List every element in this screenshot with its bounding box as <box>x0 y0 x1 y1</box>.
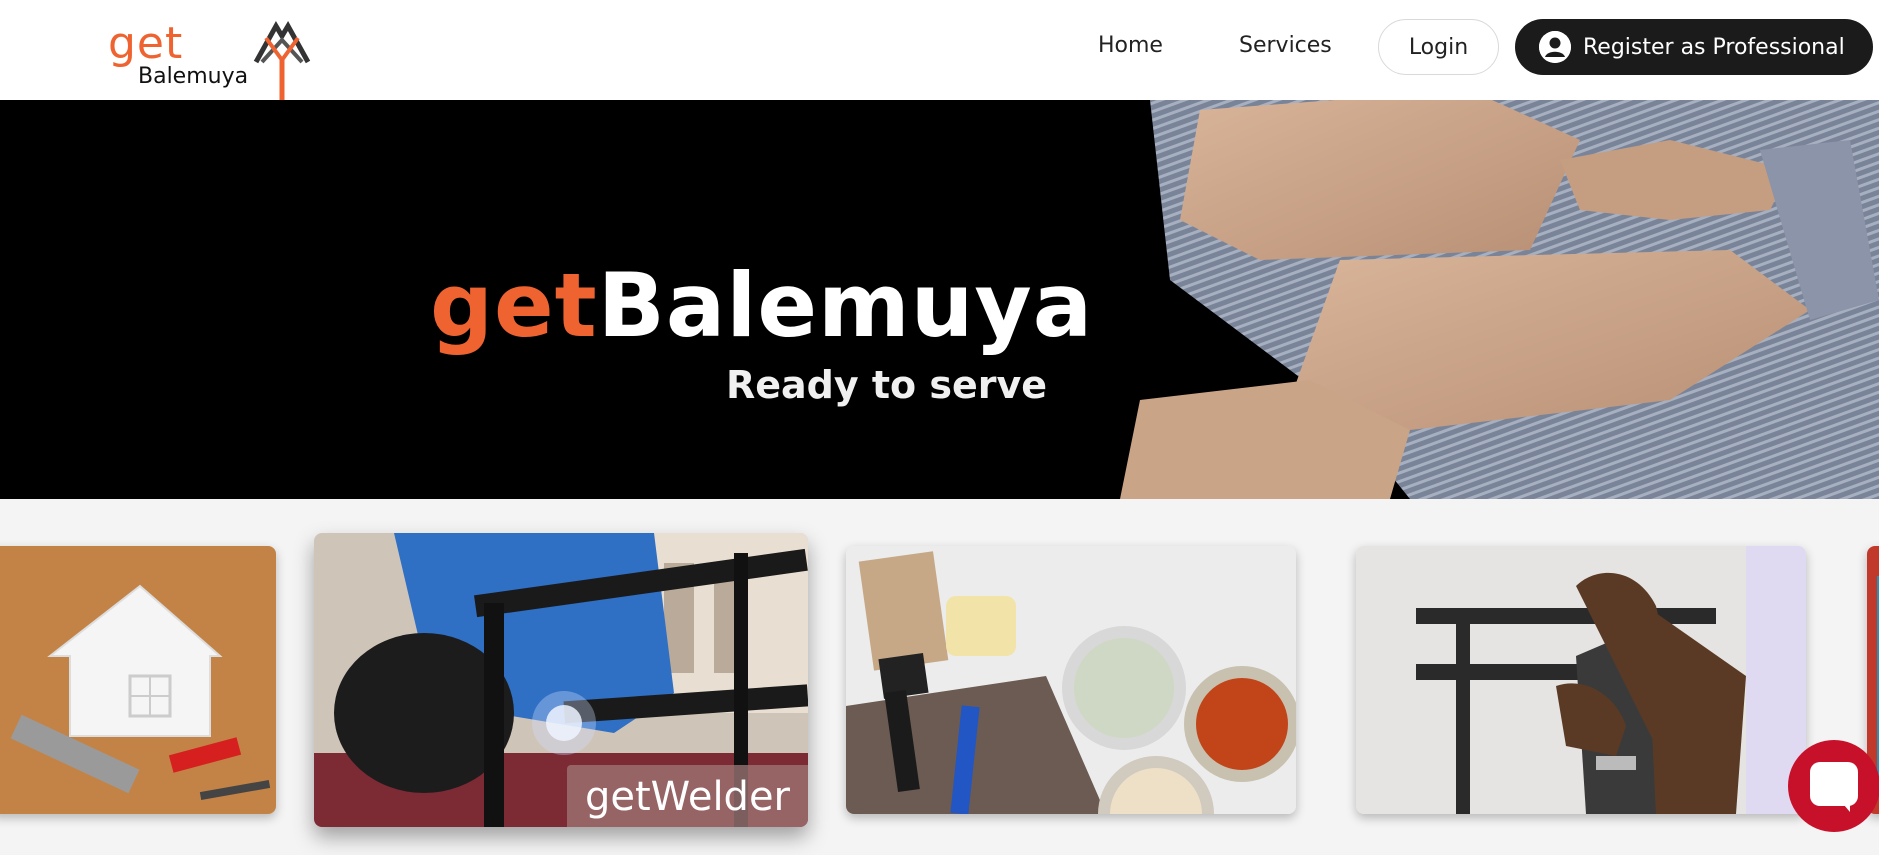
hero-title-brand: Balemuya <box>597 254 1094 357</box>
services-carousel: getWelder <box>0 499 1879 855</box>
chat-icon-tail <box>1838 798 1850 812</box>
chat-icon <box>1810 762 1858 806</box>
service-card-image <box>0 546 276 814</box>
user-circle-icon <box>1539 31 1571 63</box>
service-card-image <box>846 546 1296 814</box>
login-label: Login <box>1408 34 1469 60</box>
register-professional-button[interactable]: Register as Professional <box>1515 19 1873 75</box>
nav-home[interactable]: Home <box>1098 31 1163 61</box>
hero-banner: getBalemuya Ready to serve <box>0 100 1879 499</box>
nav-services[interactable]: Services <box>1239 31 1332 61</box>
hero-photo <box>1110 100 1879 499</box>
chat-button[interactable] <box>1788 740 1879 832</box>
service-card-image <box>1356 546 1806 814</box>
logo-prefix: get <box>108 18 184 69</box>
logo-name: Balemuya <box>138 64 249 89</box>
login-button[interactable]: Login <box>1378 19 1499 75</box>
register-label: Register as Professional <box>1583 34 1845 60</box>
site-header: get Balemuya Home Services Login Registe… <box>0 0 1879 114</box>
service-card-label: getWelder <box>566 765 808 827</box>
service-card[interactable] <box>0 546 276 814</box>
hero-title-prefix: get <box>430 254 598 357</box>
service-card[interactable] <box>1356 546 1806 814</box>
service-card[interactable] <box>846 546 1296 814</box>
hero-title: getBalemuya <box>430 258 1093 354</box>
service-card-welder[interactable]: getWelder <box>314 533 808 827</box>
hero-subtitle: Ready to serve <box>726 363 1048 407</box>
